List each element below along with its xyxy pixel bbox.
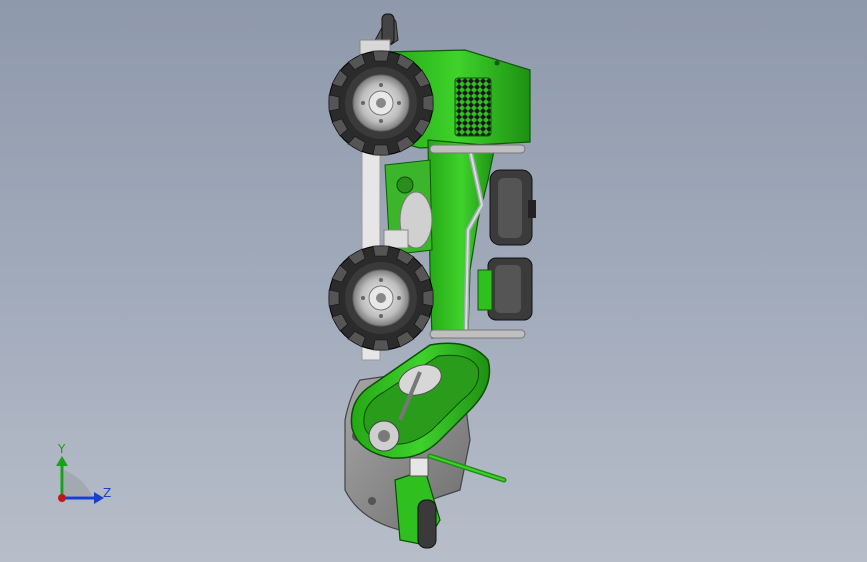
machine-model bbox=[328, 13, 536, 549]
front-wheel bbox=[328, 50, 434, 156]
y-axis-arrow bbox=[56, 456, 68, 466]
z-axis-label: Z bbox=[103, 486, 111, 500]
y-axis-label: Y bbox=[57, 442, 66, 456]
triad-origin bbox=[58, 494, 66, 502]
engine-block-upper bbox=[489, 169, 536, 246]
drive-mechanism bbox=[383, 159, 433, 256]
cad-viewport[interactable]: Y Z bbox=[0, 0, 867, 562]
triad-shade bbox=[64, 470, 92, 496]
engine-block-lower bbox=[477, 257, 533, 321]
rear-wheel bbox=[328, 245, 434, 351]
axis-triad: Y Z bbox=[56, 442, 111, 504]
